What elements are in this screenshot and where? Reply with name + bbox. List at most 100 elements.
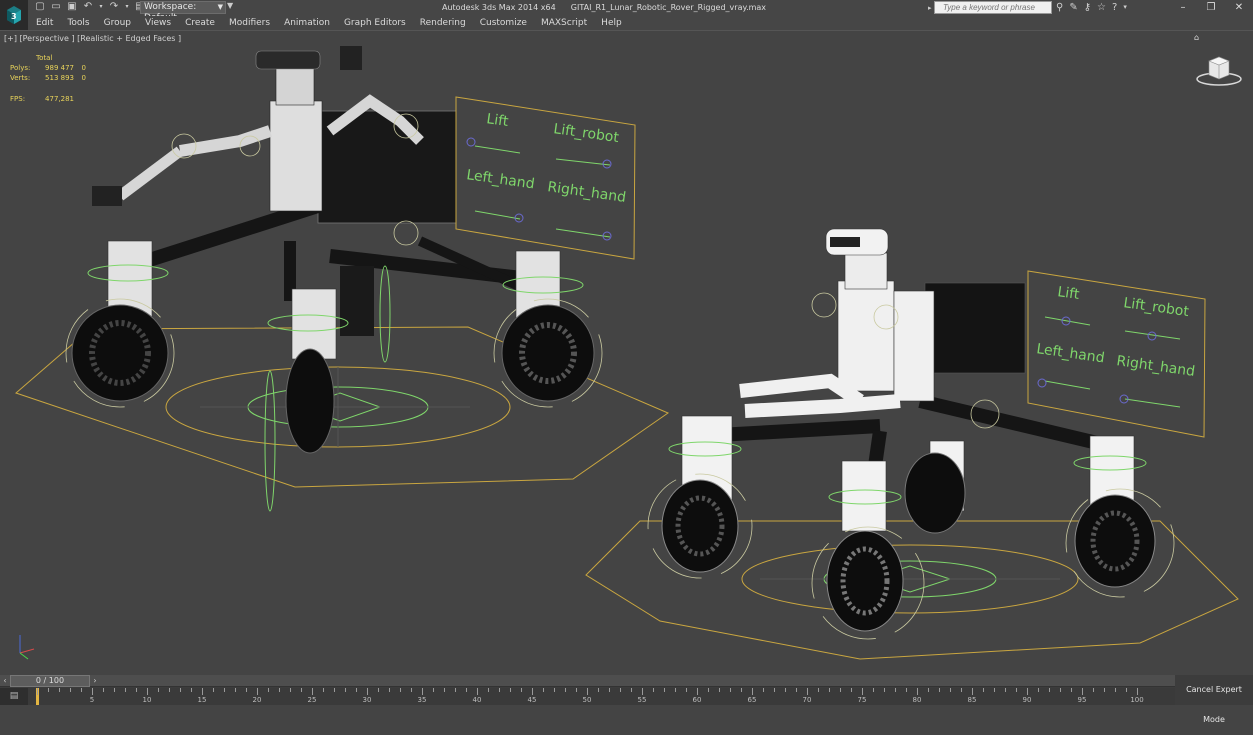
workspace-expand-icon[interactable]: ▼ <box>227 1 233 10</box>
track-bar-label: 50 <box>582 696 592 704</box>
track-bar-tick <box>510 688 511 692</box>
undo-dropdown-icon[interactable]: ▾ <box>98 1 104 13</box>
track-bar-tick <box>686 688 687 692</box>
favorites-star-icon[interactable]: ☆ <box>1097 1 1106 14</box>
previous-frame-icon[interactable]: ‹ <box>0 675 10 687</box>
title-bar: ▢ ▭ ▣ ↶ ▾ ↷ ▾ ▤ Workspace: Default ▼ ▼ A… <box>0 0 1253 23</box>
workspace-dropdown[interactable]: Workspace: Default ▼ <box>140 1 226 23</box>
time-slider-thumb[interactable]: 0 / 100 <box>10 675 90 687</box>
track-bar-tick <box>708 688 709 692</box>
track-bar-tick <box>59 688 60 692</box>
track-bar-tick <box>554 688 555 692</box>
right-panel-lift-robot: Lift_robot <box>1122 295 1190 320</box>
track-bar-label: 20 <box>252 696 262 704</box>
track-bar-tick <box>565 688 566 692</box>
viewcube[interactable] <box>1195 53 1243 87</box>
track-bar-tick <box>37 688 38 695</box>
track-bar-tick <box>125 688 126 692</box>
menu-help[interactable]: Help <box>601 18 622 28</box>
perspective-viewport[interactable]: [+] [Perspective ] [Realistic + Edged Fa… <box>0 30 1253 675</box>
menu-animation[interactable]: Animation <box>284 18 330 28</box>
track-bar-tick <box>543 688 544 692</box>
menu-graph-editors[interactable]: Graph Editors <box>344 18 406 28</box>
axis-tripod-icon <box>19 635 35 660</box>
open-file-icon[interactable]: ▭ <box>50 1 62 13</box>
search-arrow-icon: ▸ <box>928 4 932 12</box>
menu-tools[interactable]: Tools <box>67 18 89 28</box>
new-file-icon[interactable]: ▢ <box>34 1 46 13</box>
right-rover-model[interactable] <box>647 228 1175 640</box>
track-bar-tick <box>136 688 137 692</box>
left-rover-model[interactable] <box>65 46 603 512</box>
left-panel-left-hand: Left_hand <box>465 167 535 192</box>
left-panel-lift-robot: Lift_robot <box>552 121 620 146</box>
menu-rendering[interactable]: Rendering <box>420 18 466 28</box>
search-input[interactable] <box>934 1 1052 14</box>
track-bar-tick <box>356 688 357 692</box>
next-frame-icon[interactable]: › <box>90 675 100 687</box>
tools-icon[interactable]: ✎ <box>1069 1 1077 14</box>
app-logo-button[interactable]: 3 <box>0 0 28 30</box>
track-bar-tick <box>1060 688 1061 692</box>
track-bar-tick <box>367 688 368 695</box>
scene-canvas: Lift Lift_robot Left_hand Right_hand Lif… <box>15 46 1239 660</box>
track-bar-tick <box>257 688 258 695</box>
track-bar-tick <box>246 688 247 692</box>
track-bar-tick <box>1016 688 1017 692</box>
track-bar-tick <box>334 688 335 692</box>
track-bar-tick <box>158 688 159 692</box>
track-bar-tick <box>477 688 478 695</box>
menu-group[interactable]: Group <box>104 18 131 28</box>
redo-icon[interactable]: ↷ <box>108 1 120 13</box>
close-icon[interactable]: ✕ <box>1225 0 1253 16</box>
restore-icon[interactable]: ❐ <box>1197 0 1225 16</box>
cancel-expert-mode-button[interactable]: Cancel Expert Mode <box>1175 675 1253 724</box>
track-bar-tick <box>763 688 764 692</box>
help-dropdown-icon[interactable]: ▾ <box>1123 1 1127 14</box>
track-bar[interactable]: ▤ 5 10 15 20 25 30 35 40 45 50 55 60 65 70 75 80 85 90 95 1… <box>0 688 1175 705</box>
track-bar-tick <box>1137 688 1138 695</box>
track-bar-tick <box>884 688 885 692</box>
track-bar-tick <box>906 688 907 692</box>
right-panel-right-hand: Right_hand <box>1115 353 1196 380</box>
menu-edit[interactable]: Edit <box>36 18 53 28</box>
save-icon[interactable]: ▣ <box>66 1 78 13</box>
undo-icon[interactable]: ↶ <box>82 1 94 13</box>
help-icon[interactable]: ? <box>1112 1 1117 14</box>
right-panel-lift: Lift <box>1056 284 1080 303</box>
track-bar-tick <box>609 688 610 692</box>
track-bar-label: 15 <box>197 696 207 704</box>
menu-customize[interactable]: Customize <box>480 18 527 28</box>
window-title: Autodesk 3ds Max 2014 x64 GITAI_R1_Lunar… <box>442 3 766 12</box>
track-bar-tick <box>1126 688 1127 692</box>
time-slider[interactable]: ‹ 0 / 100 › <box>0 675 1175 687</box>
mini-curve-editor-button[interactable]: ▤ <box>0 688 28 705</box>
binoculars-icon[interactable]: ⚲ <box>1056 1 1063 14</box>
track-bar-tick <box>532 688 533 695</box>
track-bar-tick <box>972 688 973 695</box>
redo-dropdown-icon[interactable]: ▾ <box>124 1 130 13</box>
track-bar-tick <box>741 688 742 692</box>
track-bar-tick <box>917 688 918 695</box>
minimize-icon[interactable]: – <box>1169 0 1197 16</box>
track-bar-label: 45 <box>527 696 537 704</box>
svg-text:3: 3 <box>11 12 17 21</box>
menu-modifiers[interactable]: Modifiers <box>229 18 270 28</box>
viewcube-icon <box>1196 56 1242 86</box>
track-bar-tick <box>422 688 423 695</box>
track-bar-tick <box>389 688 390 692</box>
key-icon[interactable]: ⚷ <box>1084 1 1091 14</box>
track-bar-tick <box>169 688 170 692</box>
track-bar-tick <box>466 688 467 692</box>
track-bar-tick <box>191 688 192 692</box>
track-bar-tick <box>576 688 577 692</box>
track-bar-tick <box>939 688 940 692</box>
menu-maxscript[interactable]: MAXScript <box>541 18 587 28</box>
menu-views[interactable]: Views <box>145 18 171 28</box>
track-bar-tick <box>928 688 929 692</box>
track-bar-tick <box>818 688 819 692</box>
menu-create[interactable]: Create <box>185 18 215 28</box>
track-bar-tick <box>224 688 225 692</box>
track-bar-tick <box>895 688 896 692</box>
track-bar-tick <box>620 688 621 692</box>
